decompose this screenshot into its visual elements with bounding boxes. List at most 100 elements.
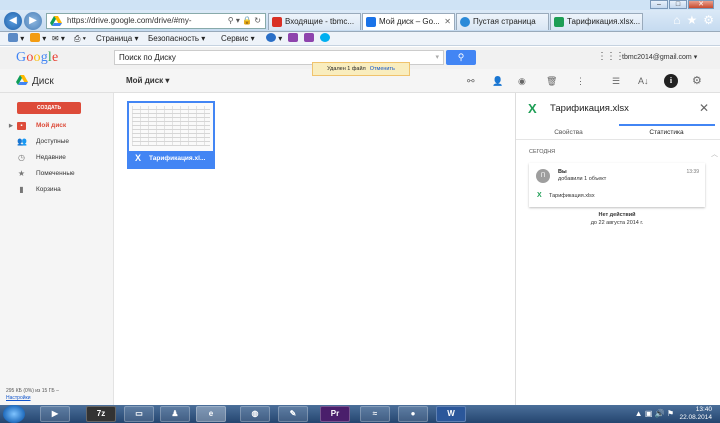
- back-button[interactable]: ◀: [4, 12, 22, 30]
- search-options-icon[interactable]: ▾: [435, 51, 439, 64]
- file-grid: X Тарификация.xl...: [115, 93, 515, 405]
- clock-icon: ◷: [18, 153, 25, 162]
- share-icon[interactable]: 👤: [492, 76, 503, 87]
- address-actions-icon[interactable]: ⚲ ▾ 🔒 ↻: [228, 14, 261, 28]
- chevron-up-icon[interactable]: ︿: [711, 149, 718, 159]
- explorer-icon[interactable]: ▭: [124, 406, 154, 422]
- media-player-icon[interactable]: ▶: [40, 406, 70, 422]
- divider: [516, 139, 720, 140]
- print-icon[interactable]: ⎙ ▾: [74, 32, 86, 46]
- flag-icon[interactable]: ⚑: [667, 409, 674, 418]
- address-bar[interactable]: https://drive.google.com/drive/#my- ⚲ ▾ …: [46, 13, 266, 29]
- sidebar-item-label: Мой диск: [36, 122, 67, 129]
- details-title: Тарификация.xlsx: [550, 103, 629, 114]
- start-button[interactable]: [3, 405, 25, 423]
- nero-icon[interactable]: ●: [398, 406, 428, 422]
- more-icon[interactable]: ⋮: [576, 76, 585, 87]
- account-menu[interactable]: tbmc2014@gmail.com ▾: [622, 53, 697, 61]
- tab-my-drive[interactable]: Мой диск – Go... ✕: [362, 13, 455, 30]
- activity-file[interactable]: Тарификация.xlsx: [549, 193, 595, 199]
- avatar: П: [536, 169, 550, 183]
- volume-icon[interactable]: 🔊: [655, 409, 665, 418]
- tab-label: Пустая страница: [473, 17, 536, 26]
- tab-blank-page[interactable]: Пустая страница: [456, 13, 549, 30]
- premiere-icon[interactable]: Pr: [320, 406, 350, 422]
- trash-icon: ▮: [19, 185, 24, 194]
- mail-icon[interactable]: ✉ ▾: [52, 32, 65, 46]
- sidebar-item-shared[interactable]: 👥 Доступные: [0, 134, 114, 150]
- sidebar-item-recent[interactable]: ◷ Недавние: [0, 150, 114, 166]
- paint-icon[interactable]: ✎: [278, 406, 308, 422]
- forward-button[interactable]: ▶: [24, 12, 42, 30]
- google-logo[interactable]: Google: [16, 50, 58, 66]
- tray-expand-icon[interactable]: ▲: [635, 409, 643, 418]
- home-icon[interactable]: ⌂: [673, 13, 680, 27]
- toast-message: Удален 1 файл: [327, 66, 366, 72]
- chrome-icon[interactable]: ◍: [240, 406, 270, 422]
- sidebar-item-my-drive[interactable]: ▶ ▪ Мой диск: [0, 118, 114, 134]
- close-window-button[interactable]: ✕: [688, 0, 714, 9]
- drive-logo-icon: [16, 75, 28, 85]
- list-view-icon[interactable]: ☰: [612, 76, 620, 87]
- clock-time: 13:40: [695, 406, 712, 413]
- skype-icon[interactable]: [320, 32, 330, 46]
- app-icon[interactable]: ♟: [160, 406, 190, 422]
- sidebar-item-label: Помеченные: [36, 170, 75, 177]
- sidebar-item-label: Доступные: [36, 138, 70, 145]
- word-icon[interactable]: W: [436, 406, 466, 422]
- tab-close-icon[interactable]: ✕: [444, 14, 451, 30]
- tab-label: Входящие - tbmc...: [285, 17, 355, 26]
- feeds-icon[interactable]: ▾: [30, 32, 46, 46]
- settings-gear-icon[interactable]: ⚙: [692, 74, 702, 87]
- sheets-icon: [554, 17, 564, 27]
- service-menu[interactable]: Сервис ▾: [221, 32, 255, 46]
- network-icon[interactable]: ▣: [645, 409, 653, 418]
- security-menu[interactable]: Безопасность ▾: [148, 32, 205, 46]
- onenote-icon[interactable]: [288, 32, 298, 46]
- create-button[interactable]: СОЗДАТЬ: [17, 102, 81, 114]
- page-menu[interactable]: Страница ▾: [96, 32, 139, 46]
- help-icon[interactable]: ▾: [266, 32, 282, 46]
- sidebar-item-trash[interactable]: ▮ Корзина: [0, 182, 114, 198]
- tab-label: Тарификация.xlsx...: [567, 17, 641, 26]
- activity-time: 13:39: [686, 169, 699, 175]
- location-dropdown[interactable]: Мой диск ▾: [126, 76, 169, 85]
- search-button[interactable]: ⚲: [446, 50, 476, 65]
- tab-properties[interactable]: Свойства: [521, 129, 616, 136]
- section-today: СЕГОДНЯ: [529, 149, 556, 155]
- no-actions-note: Нет действий до 22 августа 2014 г.: [529, 211, 705, 227]
- no-actions-until: до 22 августа 2014 г.: [590, 220, 644, 226]
- sidebar-item-starred[interactable]: ★ Помеченные: [0, 166, 114, 182]
- info-icon[interactable]: i: [664, 74, 678, 88]
- 7zip-icon[interactable]: 7z: [86, 406, 116, 422]
- preview-icon[interactable]: ◉: [518, 76, 526, 87]
- ie-icon[interactable]: e: [196, 406, 226, 422]
- drive-icon: [50, 16, 62, 26]
- tab-spreadsheet[interactable]: Тарификация.xlsx...: [550, 13, 643, 30]
- tab-inbox[interactable]: Входящие - tbmc...: [268, 13, 361, 30]
- tab-statistics[interactable]: Статистика: [619, 129, 714, 136]
- audio-app-icon[interactable]: ≈: [360, 406, 390, 422]
- gear-icon[interactable]: ⚙: [703, 13, 714, 27]
- settings-link[interactable]: Настройки: [6, 395, 59, 402]
- spreadsheet-icon: X: [135, 153, 142, 163]
- minimize-button[interactable]: –: [650, 0, 668, 9]
- link-icon[interactable]: ⚯: [467, 76, 475, 87]
- trash-icon[interactable]: 🗑: [546, 76, 557, 87]
- home-menu-icon[interactable]: ▾: [8, 32, 24, 46]
- browser-navbar: ◀ ▶ https://drive.google.com/drive/#my- …: [0, 10, 720, 32]
- file-card[interactable]: X Тарификация.xl...: [127, 101, 215, 169]
- sort-icon[interactable]: A↓: [638, 76, 649, 86]
- drive-title[interactable]: Диск: [16, 75, 54, 87]
- undo-link[interactable]: Отменить: [370, 66, 395, 72]
- maximize-button[interactable]: □: [669, 0, 687, 9]
- clock[interactable]: 13:40 22.08.2014: [679, 406, 712, 422]
- onenote-linked-icon[interactable]: [304, 32, 314, 46]
- details-header: X Тарификация.xlsx ✕: [516, 93, 720, 123]
- favorites-star-icon[interactable]: ★: [686, 13, 697, 27]
- address-text: https://drive.google.com/drive/#my-: [67, 16, 192, 25]
- expand-caret-icon[interactable]: ▶: [9, 118, 13, 134]
- apps-grid-icon[interactable]: ⋮⋮⋮: [597, 51, 625, 62]
- window-controls: – □ ✕: [650, 0, 714, 9]
- close-icon[interactable]: ✕: [699, 101, 709, 115]
